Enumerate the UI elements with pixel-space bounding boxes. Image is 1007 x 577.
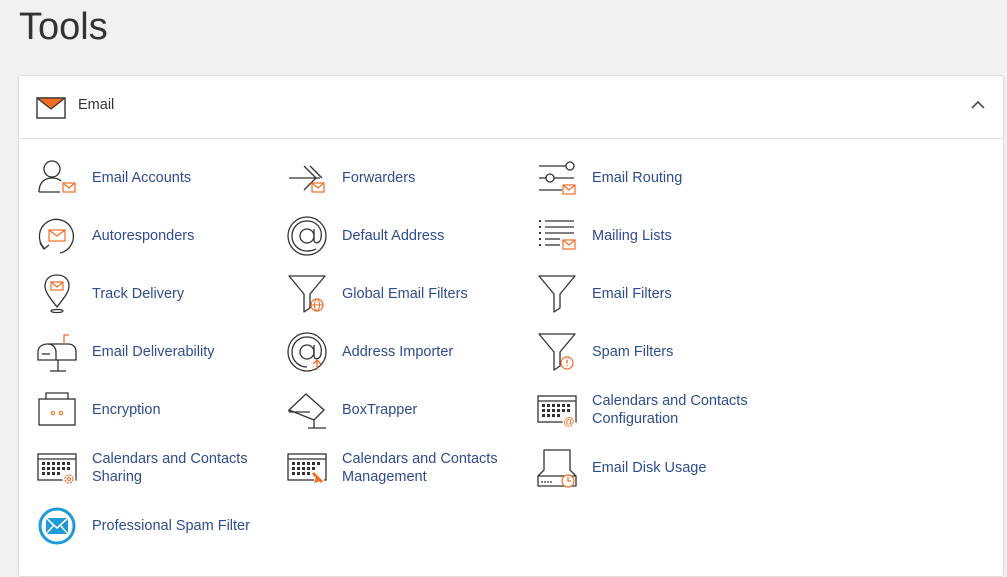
calendar-pencil-icon <box>286 447 328 489</box>
item-label: Track Delivery <box>92 286 185 302</box>
routing-icon <box>536 157 578 199</box>
calendars-contacts-configuration-link[interactable]: @ Calendars and Contacts Configuration <box>536 388 776 432</box>
item-label: Calendars and Contacts Sharing <box>92 451 248 485</box>
item-label: Spam Filters <box>592 344 674 360</box>
disk-usage-icon <box>536 447 578 489</box>
at-sign-icon <box>286 215 328 257</box>
panel-title: Email <box>78 97 115 113</box>
email-routing-link[interactable]: Email Routing <box>536 156 776 200</box>
svg-text:@: @ <box>563 416 574 428</box>
funnel-warning-icon <box>536 331 578 373</box>
email-tools-panel: Email Email Accounts Forwarders Email Ro… <box>18 75 1004 577</box>
item-label: Calendars and Contacts Configuration <box>592 393 748 427</box>
email-disk-usage-link[interactable]: Email Disk Usage <box>536 446 776 490</box>
page-title: Tools <box>19 6 108 48</box>
user-mail-icon <box>36 157 78 199</box>
item-label: Email Routing <box>592 170 683 186</box>
calendars-contacts-sharing-link[interactable]: Calendars and Contacts Sharing <box>36 446 276 490</box>
spam-filters-link[interactable]: Spam Filters <box>536 330 776 374</box>
calendars-contacts-management-link[interactable]: Calendars and Contacts Management <box>286 446 526 490</box>
funnel-icon <box>536 273 578 315</box>
encryption-box-icon <box>36 389 78 431</box>
item-label: Email Filters <box>592 286 672 302</box>
item-label: Mailing Lists <box>592 228 672 244</box>
item-label: Email Deliverability <box>92 344 215 360</box>
item-label: BoxTrapper <box>342 402 418 418</box>
mailbox-icon <box>36 331 78 373</box>
email-filters-link[interactable]: Email Filters <box>536 272 776 316</box>
mailing-lists-link[interactable]: Mailing Lists <box>536 214 776 258</box>
address-importer-link[interactable]: Address Importer <box>286 330 526 374</box>
item-label: Encryption <box>92 402 161 418</box>
spam-experts-icon <box>36 505 78 547</box>
item-label: Global Email Filters <box>342 286 468 302</box>
item-label: Forwarders <box>342 170 416 186</box>
email-accounts-link[interactable]: Email Accounts <box>36 156 276 200</box>
calendar-at-icon: @ <box>536 389 578 431</box>
encryption-link[interactable]: Encryption <box>36 388 276 432</box>
item-label: Email Disk Usage <box>592 460 707 476</box>
item-label: Address Importer <box>342 344 454 360</box>
box-trap-icon <box>286 389 328 431</box>
location-pin-icon <box>36 273 78 315</box>
item-label: Calendars and Contacts Management <box>342 451 498 485</box>
boxtrapper-link[interactable]: BoxTrapper <box>286 388 526 432</box>
panel-header[interactable]: Email <box>19 76 1003 139</box>
item-label: Professional Spam Filter <box>92 518 250 534</box>
forward-arrow-icon <box>286 157 328 199</box>
envelope-icon <box>36 97 66 119</box>
item-label: Email Accounts <box>92 170 192 186</box>
track-delivery-link[interactable]: Track Delivery <box>36 272 276 316</box>
calendar-gear-icon <box>36 447 78 489</box>
forwarders-link[interactable]: Forwarders <box>286 156 526 200</box>
item-label: Default Address <box>342 228 445 244</box>
professional-spam-filter-link[interactable]: Professional Spam Filter <box>36 504 276 548</box>
default-address-link[interactable]: Default Address <box>286 214 526 258</box>
funnel-globe-icon <box>286 273 328 315</box>
chevron-up-icon[interactable] <box>971 100 985 110</box>
list-mail-icon <box>536 215 578 257</box>
autoresponder-icon <box>36 215 78 257</box>
item-label: Autoresponders <box>92 228 195 244</box>
at-import-icon <box>286 331 328 373</box>
autoresponders-link[interactable]: Autoresponders <box>36 214 276 258</box>
email-deliverability-link[interactable]: Email Deliverability <box>36 330 276 374</box>
global-email-filters-link[interactable]: Global Email Filters <box>286 272 526 316</box>
